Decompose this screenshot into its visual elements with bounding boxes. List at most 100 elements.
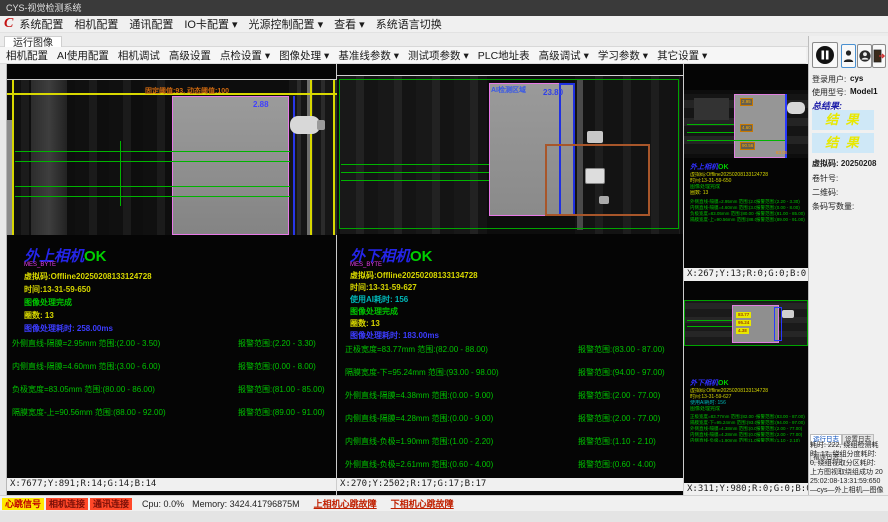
measurement-warn: 报警范围:(2.00 - 77.00): [578, 390, 660, 401]
lower-camera-heartbeat-alarm: 下相机心跳故障: [391, 497, 454, 510]
measure-line: [687, 320, 732, 321]
left-edge-panel: [0, 64, 7, 495]
measure-line: [687, 124, 734, 125]
tab-bar: 运行图像: [0, 33, 888, 47]
cursor-coords-mini-top: X:267;Y:13;R:0;G:0;B:0: [684, 268, 808, 281]
ai-region-overlay-label: AI检测区域: [491, 85, 526, 95]
measure-line: [15, 161, 290, 162]
login-user-button[interactable]: [841, 44, 856, 68]
measure-value-overlay: 23.80: [543, 88, 563, 97]
toolbar-item-plc-address-table[interactable]: PLC地址表: [478, 48, 530, 63]
menu-item-comm-config[interactable]: 通讯配置: [129, 16, 173, 32]
camera-result-ok: OK: [84, 248, 107, 265]
measure-line: [687, 140, 785, 141]
measurement-warn: 报警范围:(81.00 - 85.00): [238, 384, 325, 395]
measurement-warn: 报警范围:(94.00 - 97.00): [578, 367, 665, 378]
exit-button[interactable]: [872, 44, 886, 68]
measure-line: [341, 172, 489, 173]
exit-door-icon: [873, 49, 885, 63]
measurement-warn: 报警范围:(0.60 - 4.00): [578, 459, 656, 470]
user-badge-icon: [859, 49, 871, 63]
measurement-row: 正极宽度=83.77mm 范围:(82.00 - 88.00)报警范围:(83.…: [345, 344, 681, 355]
measurement-text: 内侧直线-隔膜=4.60mm 范围:(3.00 - 6.00): [12, 361, 238, 372]
toolbar-item-test-item-params[interactable]: 测试项参数 ▾: [408, 48, 469, 63]
menu-item-language-switch[interactable]: 系统语言切换: [376, 16, 442, 32]
ai-elapsed-line: 使用AI耗时: 156: [350, 294, 408, 305]
toolbar-item-camera-debug[interactable]: 相机调试: [118, 48, 160, 63]
measure-callout: 4.60: [740, 124, 753, 132]
process-done-line: 图像处理完成: [350, 306, 398, 317]
measurement-text: 隔膜宽度-下=95.24mm 范围:(93.00 - 98.00): [345, 367, 578, 378]
measurement-row: 内侧直线-隔膜=4.28mm 范围:(0.00 - 9.00)报警范围:(2.0…: [345, 413, 681, 424]
toolbar-item-image-processing[interactable]: 图像处理 ▾: [279, 48, 329, 63]
measurement-warn: 报警范围:(1.10 - 2.10): [756, 438, 800, 442]
measurement-row: 外侧直线-隔膜=2.95mm 范围:(2.00 - 3.50)报警范围:(2.2…: [12, 338, 334, 349]
toolbar-item-baseline-params[interactable]: 基准线参数 ▾: [338, 48, 399, 63]
needle-number-label: 卷针号:: [812, 173, 838, 184]
elapsed-line: 图像处理耗时: 258.00ms: [24, 323, 113, 334]
measure-line: [120, 141, 121, 206]
cell-region-overlay: [172, 96, 289, 235]
measurement-row: 外侧直线-负极=2.61mm 范围:(0.60 - 4.00)报警范围:(0.6…: [345, 459, 681, 470]
measure-line: [15, 186, 290, 187]
toolbar-item-camera-config[interactable]: 相机配置: [6, 48, 48, 63]
camera-connection-badge: 相机连接: [46, 498, 88, 510]
camera-result-title: 外下相机OK: [690, 378, 806, 388]
menu-item-io-card-config[interactable]: IO卡配置 ▾: [184, 16, 237, 32]
measurement-row: 内侧直线-负极=1.90mm 范围:(1.00 - 2.20)报警范围:(1.1…: [345, 436, 681, 447]
measure-line: [687, 326, 732, 327]
camera-result-ok: OK: [718, 164, 729, 171]
model-label: 使用型号:: [812, 87, 846, 98]
camera-name: 外下相机: [690, 380, 718, 387]
process-done-line: 图像处理完成: [24, 297, 72, 308]
camera-result-title: 外上相机OK: [690, 162, 806, 172]
app-window: CYS-视觉检测系统 C 系统配置 相机配置 通讯配置 IO卡配置 ▾ 光源控制…: [0, 0, 888, 522]
app-logo-icon: C: [4, 16, 13, 32]
model-select[interactable]: Model1: [850, 87, 878, 96]
measurement-text: 内侧直线-隔膜=4.28mm 范围:(0.00 - 9.00): [345, 413, 578, 424]
baseline-vertical: [333, 80, 335, 235]
connector-part: [787, 102, 805, 114]
virtual-code-label: 虚拟码: 20250208: [812, 158, 877, 169]
mini-camera-image-outer-lower[interactable]: 83.77 95.24 4.38: [684, 300, 808, 346]
measurement-row: 内侧直线-负极=1.90mm 范围:(1.00 - 2.20)报警范围:(1.1…: [690, 438, 806, 442]
baseline-vertical: [12, 80, 14, 235]
toolbar: 相机配置 AI使用配置 相机调试 高级设置 点检设置 ▾ 图像处理 ▾ 基准线参…: [0, 47, 806, 64]
measurement-row: 隔膜宽度-上=90.56mm 范围:(88.00 - 92.00)报警范围:(8…: [690, 217, 806, 223]
measurement-list-outer-upper: 外侧直线-隔膜=2.95mm 范围:(2.00 - 3.50)报警范围:(2.2…: [12, 338, 334, 430]
camera-image-outer-lower[interactable]: AI检测区域 23.80: [337, 75, 683, 234]
mini-camera-image-outer-upper[interactable]: 2.95 4.60 90.56 83.05: [684, 90, 808, 158]
pause-button[interactable]: [812, 42, 838, 68]
menu-item-system-config[interactable]: 系统配置: [19, 16, 63, 32]
toolbar-item-spot-check-settings[interactable]: 点检设置 ▾: [220, 48, 270, 63]
virtual-code-label-text: 虚拟码:: [812, 159, 839, 168]
measurement-text: 外侧直线-隔膜=4.38mm 范围:(0.00 - 9.00): [345, 390, 578, 401]
cursor-coords-outer-upper: X:7677;Y:891;R:14;G:14;B:14: [7, 478, 336, 491]
measurement-row: 外侧直线-隔膜=4.38mm 范围:(0.00 - 9.00)报警范围:(2.0…: [345, 390, 681, 401]
metal-part: [782, 310, 794, 318]
measure-callout: 83.05: [776, 150, 787, 155]
switch-user-button[interactable]: [857, 44, 872, 68]
measure-line: [341, 164, 489, 165]
toolbar-item-advanced-debug[interactable]: 高级调试 ▾: [539, 48, 589, 63]
menu-item-view[interactable]: 查看 ▾: [334, 16, 365, 32]
metal-part: [599, 196, 609, 204]
turns-line: 圈数: 13: [350, 318, 380, 329]
measurement-warn: 报警范围:(2.20 - 3.30): [238, 338, 316, 349]
toolbar-item-learning-params[interactable]: 学习参数 ▾: [598, 48, 648, 63]
measurement-warn: 报警范围:(89.00 - 91.00): [756, 217, 805, 223]
menu-item-light-control-config[interactable]: 光源控制配置 ▾: [249, 16, 324, 32]
measurement-row: 隔膜宽度-上=90.56mm 范围:(88.00 - 92.00)报警范围:(8…: [12, 407, 334, 418]
machine-patch: [694, 98, 729, 120]
camera-image-outer-upper[interactable]: 固定阈值:93, 动态阈值:100 2.88: [7, 79, 337, 235]
menu-item-camera-config[interactable]: 相机配置: [74, 16, 118, 32]
toolbar-item-other-settings[interactable]: 其它设置 ▾: [657, 48, 707, 63]
elapsed-line: 图像处理耗时: 183.00ms: [350, 330, 439, 341]
measurement-text: 内侧直线-负极=1.90mm 范围:(1.00 - 2.20): [690, 438, 756, 442]
toolbar-item-advanced-settings[interactable]: 高级设置: [169, 48, 211, 63]
virtual-code-line: 虚拟码:Offline20250208133134728: [350, 270, 478, 281]
measure-callout: 95.24: [736, 320, 751, 326]
log-output[interactable]: 耗时: 222, 绕组检测耗时: 17, 绕组分度耗时: 0, 绕组视取分区耗时…: [810, 441, 884, 494]
toolbar-item-ai-usage-config[interactable]: AI使用配置: [57, 48, 109, 63]
user-icon: [843, 49, 854, 63]
